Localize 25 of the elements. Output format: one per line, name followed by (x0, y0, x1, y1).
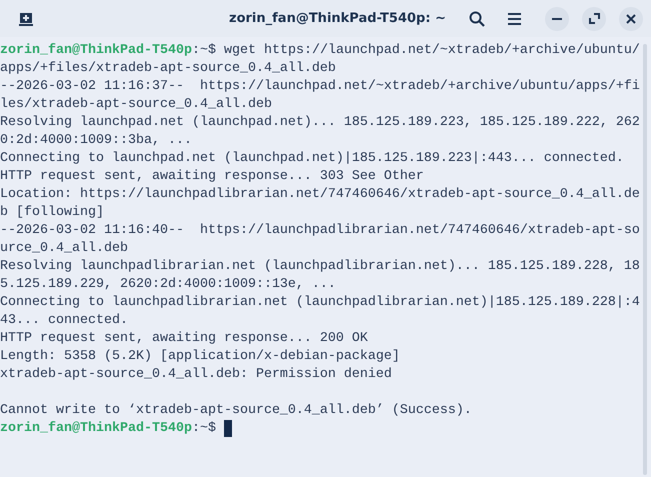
maximize-button[interactable] (582, 6, 606, 30)
scrollbar[interactable] (642, 44, 647, 475)
output-line: Connecting to launchpadlibrarian.net (launchpadlibrarian.net)|185.125.189.228|:443... connected. (0, 294, 641, 330)
search-icon (469, 10, 485, 26)
output-line: HTTP request sent, awaiting response... 200 OK (0, 330, 369, 348)
close-icon (626, 14, 636, 24)
prompt-line: zorin_fan@ThinkPad-T540p:~$ (0, 420, 643, 438)
output-line: --2026-03-02 11:16:37-- https://launchpad.net/~xtradeb/+archive/ubuntu/apps/+files/xtradeb-apt-source_0.4_all.deb (0, 78, 641, 114)
output-line: Length: 5358 (5.2K) [application/x-debian-package] (0, 348, 401, 366)
output-line: Location: https://launchpadlibrarian.net/747460646/xtradeb-apt-source_0.4_all.deb [following] (0, 186, 641, 222)
window-title: zorin_fan@ThinkPad-T540p: ~ (228, 11, 447, 26)
menu-icon (508, 12, 520, 24)
output-line: Resolving launchpad.net (launchpad.net)... 185.125.189.223, 185.125.189.222, 2620:2d:4000:1009::3ba, ... (0, 114, 641, 150)
minimize-icon (552, 18, 562, 20)
output-line: Resolving launchpadlibrarian.net (launchpadlibrarian.net)... 185.125.189.228, 185.125.189.229, 2620:2d:4000:1009::13e, ... (0, 258, 641, 294)
output-line: HTTP request sent, awaiting response... 303 See Other (0, 168, 425, 186)
output-line: --2026-03-02 11:16:40-- https://launchpadlibrarian.net/747460646/xtradeb-apt-source_0.4_all.deb (0, 222, 641, 258)
prompt-line: zorin_fan@ThinkPad-T540p:~$ wget https://launchpad.net/~xtradeb/+archive/ubuntu/apps/+files/xtradeb-apt-source_0.4_all.deb (0, 42, 641, 78)
output-line: Cannot write to ‘xtradeb-apt-source_0.4_all.deb’ (Success). (0, 402, 473, 420)
minimize-button[interactable] (545, 6, 569, 30)
output-line: Connecting to launchpad.net (launchpad.net)|185.125.189.223|:443... connected. (0, 150, 625, 168)
new-tab-icon (19, 12, 33, 26)
maximize-icon (588, 13, 600, 24)
close-button[interactable] (619, 6, 643, 30)
output-line: xtradeb-apt-source_0.4_all.deb: Permission denied (0, 366, 393, 384)
